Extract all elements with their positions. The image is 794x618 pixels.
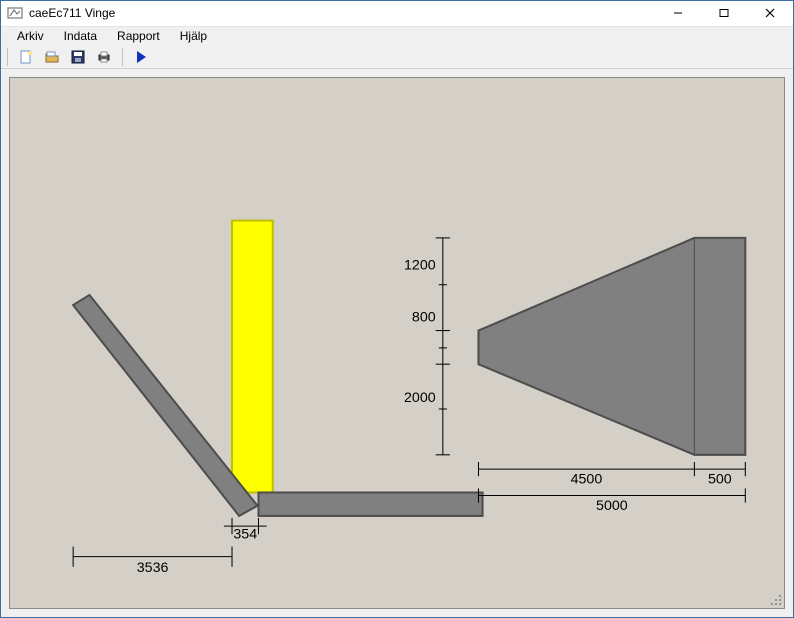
dim-label: 1200 [404, 258, 436, 274]
dim-slope: 3536 [73, 547, 232, 576]
dim-label: 500 [708, 472, 732, 488]
maximize-button[interactable] [701, 1, 747, 26]
dim-label: 3536 [137, 560, 169, 576]
footing-slab [258, 493, 482, 516]
toolbar [1, 45, 793, 69]
minimize-button[interactable] [655, 1, 701, 26]
dim-vertical-chain: 1200 800 2000 [404, 238, 450, 455]
menu-rapport[interactable]: Rapport [107, 27, 170, 45]
dim-label: 5000 [596, 498, 628, 514]
run-icon[interactable] [131, 47, 151, 67]
window-title: caeEc711 Vinge [29, 6, 115, 20]
app-icon [7, 5, 23, 21]
dim-wedge-row1: 4500 500 [478, 462, 745, 487]
window-controls [655, 1, 793, 26]
open-icon[interactable] [42, 47, 62, 67]
client-area: 354 3536 [1, 69, 793, 617]
dim-wedge-row2: 5000 [478, 489, 745, 514]
dim-label: 2000 [404, 390, 436, 406]
menu-bar: Arkiv Indata Rapport Hjälp [1, 27, 793, 46]
new-icon[interactable] [16, 47, 36, 67]
toolbar-separator [7, 48, 8, 66]
app-window: caeEc711 Vinge Arkiv Indata Rapport Hjäl… [0, 0, 794, 618]
toolbar-separator [122, 48, 123, 66]
menu-indata[interactable]: Indata [54, 27, 107, 45]
dim-label: 4500 [571, 472, 603, 488]
title-bar: caeEc711 Vinge [1, 1, 793, 27]
save-icon[interactable] [68, 47, 88, 67]
menu-arkiv[interactable]: Arkiv [7, 27, 54, 45]
print-icon[interactable] [94, 47, 114, 67]
close-button[interactable] [747, 1, 793, 26]
dim-footing-offset: 354 [224, 518, 267, 542]
wedge-shape [478, 238, 745, 455]
column-highlight [232, 221, 273, 493]
dim-label: 354 [233, 527, 257, 543]
resize-grip-icon[interactable] [768, 592, 782, 606]
menu-hjalp[interactable]: Hjälp [170, 27, 217, 45]
drawing-canvas[interactable]: 354 3536 [9, 77, 785, 609]
inclined-strut [73, 295, 257, 516]
dim-label: 800 [412, 310, 436, 326]
